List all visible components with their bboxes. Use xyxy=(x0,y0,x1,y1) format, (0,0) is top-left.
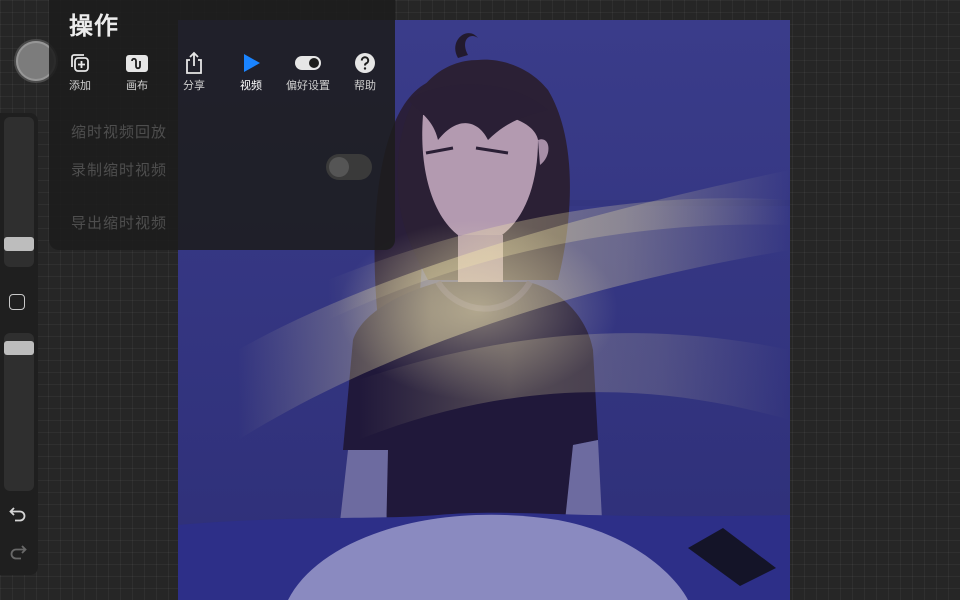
record-timelapse-item: 录制缩时视频 xyxy=(71,161,168,179)
tab-video[interactable]: 视频 xyxy=(221,50,281,93)
tab-share-label: 分享 xyxy=(183,79,205,92)
tab-help[interactable]: 帮助 xyxy=(335,50,395,93)
opacity-slider-thumb[interactable] xyxy=(4,341,34,355)
toggle-icon xyxy=(278,50,338,76)
actions-panel: 操作 添加 画布 分享 视频 偏好设置 帮助 缩时视频回放 录制缩时视频 导出缩… xyxy=(49,0,395,250)
tab-canvas-label: 画布 xyxy=(126,79,148,92)
toggle-knob xyxy=(329,157,349,177)
tab-video-label: 视频 xyxy=(240,79,262,92)
tab-preferences-label: 偏好设置 xyxy=(286,79,330,92)
tab-add[interactable]: 添加 xyxy=(50,50,110,93)
export-timelapse-item[interactable]: 导出缩时视频 xyxy=(71,212,167,233)
canvas-icon xyxy=(107,50,167,76)
modify-button[interactable] xyxy=(9,294,25,310)
brush-size-slider[interactable] xyxy=(4,117,34,267)
help-icon xyxy=(335,50,395,76)
add-icon xyxy=(50,50,110,76)
timelapse-replay-item[interactable]: 缩时视频回放 xyxy=(71,121,167,142)
record-timelapse-toggle[interactable] xyxy=(326,154,372,180)
tab-canvas[interactable]: 画布 xyxy=(107,50,167,93)
undo-icon[interactable] xyxy=(9,505,27,527)
share-icon xyxy=(164,50,224,76)
panel-title: 操作 xyxy=(69,12,119,40)
tab-preferences[interactable]: 偏好设置 xyxy=(278,50,338,93)
tab-share[interactable]: 分享 xyxy=(164,50,224,93)
tab-help-label: 帮助 xyxy=(354,79,376,92)
redo-icon[interactable] xyxy=(9,543,27,565)
left-sidebar xyxy=(0,113,38,575)
play-icon xyxy=(221,50,281,76)
tab-add-label: 添加 xyxy=(69,79,91,92)
opacity-slider[interactable] xyxy=(4,333,34,491)
brush-size-slider-thumb[interactable] xyxy=(4,237,34,251)
